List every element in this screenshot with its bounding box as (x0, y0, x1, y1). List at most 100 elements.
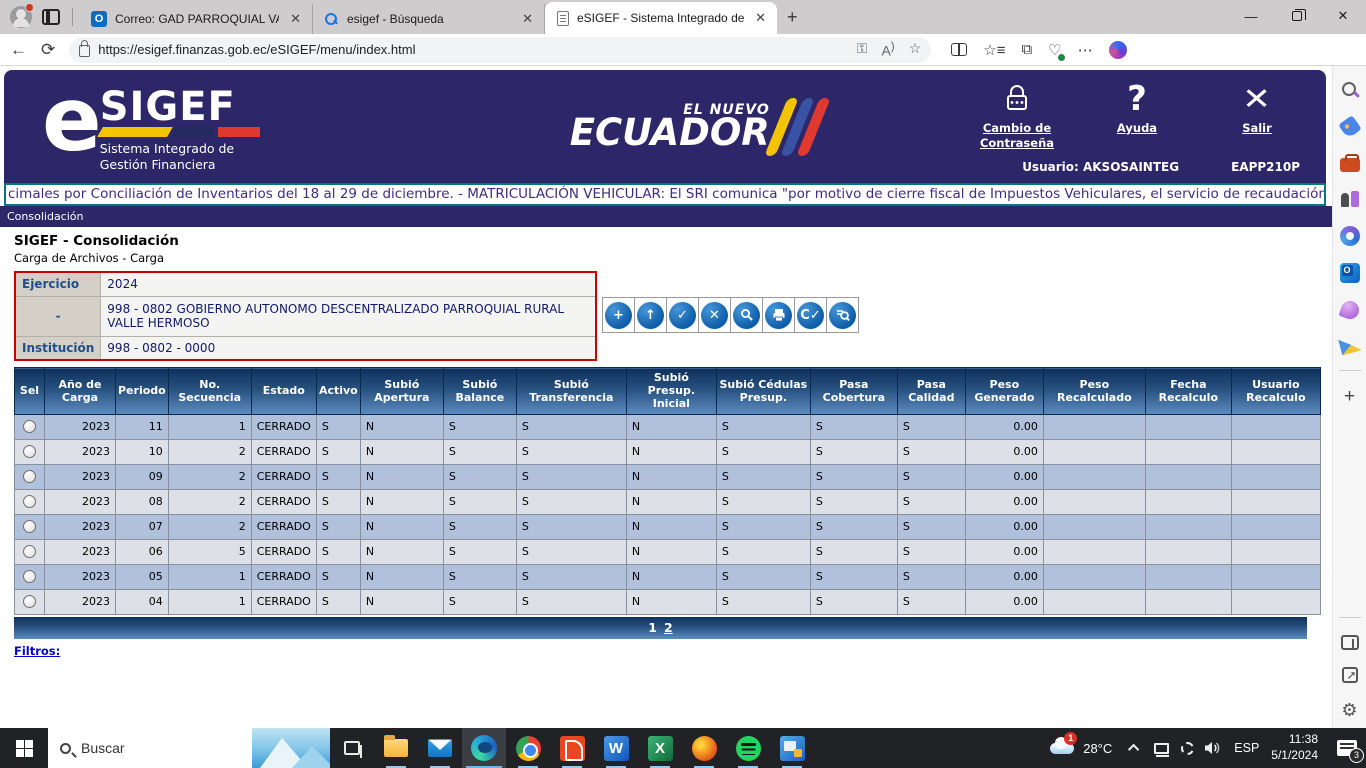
row-select-radio[interactable] (23, 595, 36, 608)
column-header: Subió Balance (443, 368, 516, 415)
more-menu-icon[interactable]: ⋯ (1078, 41, 1093, 59)
row-select-radio[interactable] (23, 420, 36, 433)
change-password-button[interactable]: Cambio de Contraseña (974, 79, 1060, 150)
sidebar-settings-gear-icon[interactable]: ⚙ (1340, 700, 1360, 720)
collections-icon[interactable]: ⧉ (1021, 41, 1032, 58)
approve-button[interactable]: C✓ (794, 297, 827, 333)
table-cell: 0.00 (965, 464, 1043, 489)
browser-tab-busqueda[interactable]: esigef - Búsqueda ✕ (313, 4, 545, 34)
favorite-star-icon[interactable]: ☆ (909, 40, 922, 59)
split-screen-icon[interactable] (951, 43, 967, 56)
row-select-radio[interactable] (23, 470, 36, 483)
sidebar-outlook-icon[interactable] (1340, 263, 1360, 283)
sidebar-add-icon[interactable]: + (1340, 388, 1360, 408)
row-select-radio[interactable] (23, 570, 36, 583)
row-select-radio[interactable] (23, 520, 36, 533)
new-record-button[interactable]: + (602, 297, 635, 333)
tab-close-icon[interactable]: ✕ (287, 11, 304, 27)
password-key-icon[interactable]: ⚿ (857, 40, 868, 59)
url-text[interactable]: https://esigef.finanzas.gob.ec/eSIGEF/me… (98, 42, 849, 57)
sidebar-games-icon[interactable] (1340, 189, 1360, 209)
temperature-label[interactable]: 28°C (1079, 741, 1122, 756)
task-view-button[interactable] (330, 728, 374, 768)
table-cell: 08 (116, 489, 169, 514)
address-bar[interactable]: https://esigef.finanzas.gob.ec/eSIGEF/me… (69, 37, 931, 63)
start-button[interactable] (0, 728, 48, 768)
browser-tab-bar: Correo: GAD PARROQUIAL VALLE ✕ esigef - … (0, 0, 1366, 34)
table-cell: 10 (116, 439, 169, 464)
back-icon[interactable]: ← (10, 40, 27, 60)
window-restore-button[interactable] (1274, 0, 1320, 32)
table-cell: S (443, 439, 516, 464)
print-button[interactable] (762, 297, 795, 333)
browser-profile-avatar[interactable] (10, 6, 32, 28)
filters-link[interactable]: Filtros: (14, 644, 60, 658)
delete-file-button[interactable]: ✕ (698, 297, 731, 333)
edge-button[interactable] (462, 728, 506, 768)
exit-label: Salir (1242, 121, 1272, 135)
new-tab-button[interactable]: + (777, 7, 808, 28)
tab-close-icon[interactable]: ✕ (752, 10, 769, 26)
table-cell: 0.00 (965, 564, 1043, 589)
window-close-button[interactable]: ✕ (1320, 0, 1366, 32)
search-highlight-image[interactable] (252, 728, 330, 768)
workspaces-icon[interactable] (42, 9, 60, 25)
sidebar-shopping-icon[interactable] (1338, 115, 1362, 139)
row-select-radio[interactable] (23, 545, 36, 558)
upload-file-button[interactable]: ↑ (634, 297, 667, 333)
validate-file-button[interactable]: ✓ (666, 297, 699, 333)
tab-close-icon[interactable]: ✕ (519, 11, 536, 27)
table-cell: 2023 (45, 414, 116, 439)
sidebar-drop-icon[interactable] (1338, 298, 1361, 321)
mail-button[interactable] (418, 728, 462, 768)
volume-button[interactable] (1200, 728, 1226, 768)
sidebar-open-external-icon[interactable] (1342, 667, 1358, 683)
window-minimize-button[interactable]: — (1228, 0, 1274, 32)
clock[interactable]: 11:38 5/1/2024 (1267, 732, 1328, 763)
page-title: SIGEF - Consolidación (14, 233, 1332, 249)
sidebar-panel-icon[interactable] (1341, 635, 1359, 650)
action-toolbar: + ↑ ✓ ✕ C✓ (603, 297, 859, 333)
language-indicator[interactable]: ESP (1226, 741, 1267, 755)
ejercicio-label: Ejercicio (15, 272, 101, 296)
row-select-radio[interactable] (23, 495, 36, 508)
file-explorer-button[interactable] (374, 728, 418, 768)
tray-expand-button[interactable] (1122, 728, 1148, 768)
refresh-icon[interactable]: ⟳ (41, 40, 55, 60)
sidebar-microsoft365-icon[interactable] (1340, 226, 1360, 246)
browser-tab-correo[interactable]: Correo: GAD PARROQUIAL VALLE ✕ (81, 4, 313, 34)
row-select-radio[interactable] (23, 445, 36, 458)
column-header: Subió Apertura (360, 368, 443, 415)
sidebar-search-icon[interactable] (1340, 80, 1360, 100)
table-cell: CERRADO (251, 464, 316, 489)
read-aloud-icon[interactable]: A) (881, 40, 894, 59)
weather-cloud-button[interactable]: 1 (1045, 728, 1079, 768)
excel-button[interactable]: X (638, 728, 682, 768)
spotify-button[interactable] (726, 728, 770, 768)
table-cell: S (316, 589, 360, 614)
sidebar-tools-icon[interactable] (1340, 158, 1360, 172)
word-button[interactable]: W (594, 728, 638, 768)
preview-file-button[interactable] (730, 297, 763, 333)
copilot-icon[interactable] (1109, 41, 1127, 59)
column-header: Pasa Calidad (897, 368, 965, 415)
exit-button[interactable]: ✕ Salir (1214, 79, 1300, 135)
search-records-button[interactable] (826, 297, 859, 333)
firefox-button[interactable] (682, 728, 726, 768)
pdf-app-button[interactable] (550, 728, 594, 768)
browser-tab-esigef-active[interactable]: eSIGEF - Sistema Integrado de G ✕ (545, 2, 777, 34)
chrome-button[interactable] (506, 728, 550, 768)
taskbar-search-box[interactable]: Buscar (48, 728, 330, 768)
column-header: Peso Recalculado (1043, 368, 1145, 415)
help-button[interactable]: ? Ayuda (1094, 79, 1180, 135)
notification-center-button[interactable]: 3 (1328, 728, 1366, 768)
tab-title: esigef - Búsqueda (347, 12, 511, 26)
bluebeam-button[interactable] (770, 728, 814, 768)
browser-essentials-icon[interactable]: ♡ (1048, 41, 1061, 59)
network-button[interactable] (1148, 728, 1174, 768)
favorites-bar-icon[interactable]: ☆≡ (983, 41, 1005, 59)
screen-record-button[interactable] (1174, 728, 1200, 768)
table-cell (1231, 489, 1320, 514)
sidebar-designer-icon[interactable] (1338, 335, 1361, 356)
page-number-link-2[interactable]: 2 (664, 620, 673, 635)
